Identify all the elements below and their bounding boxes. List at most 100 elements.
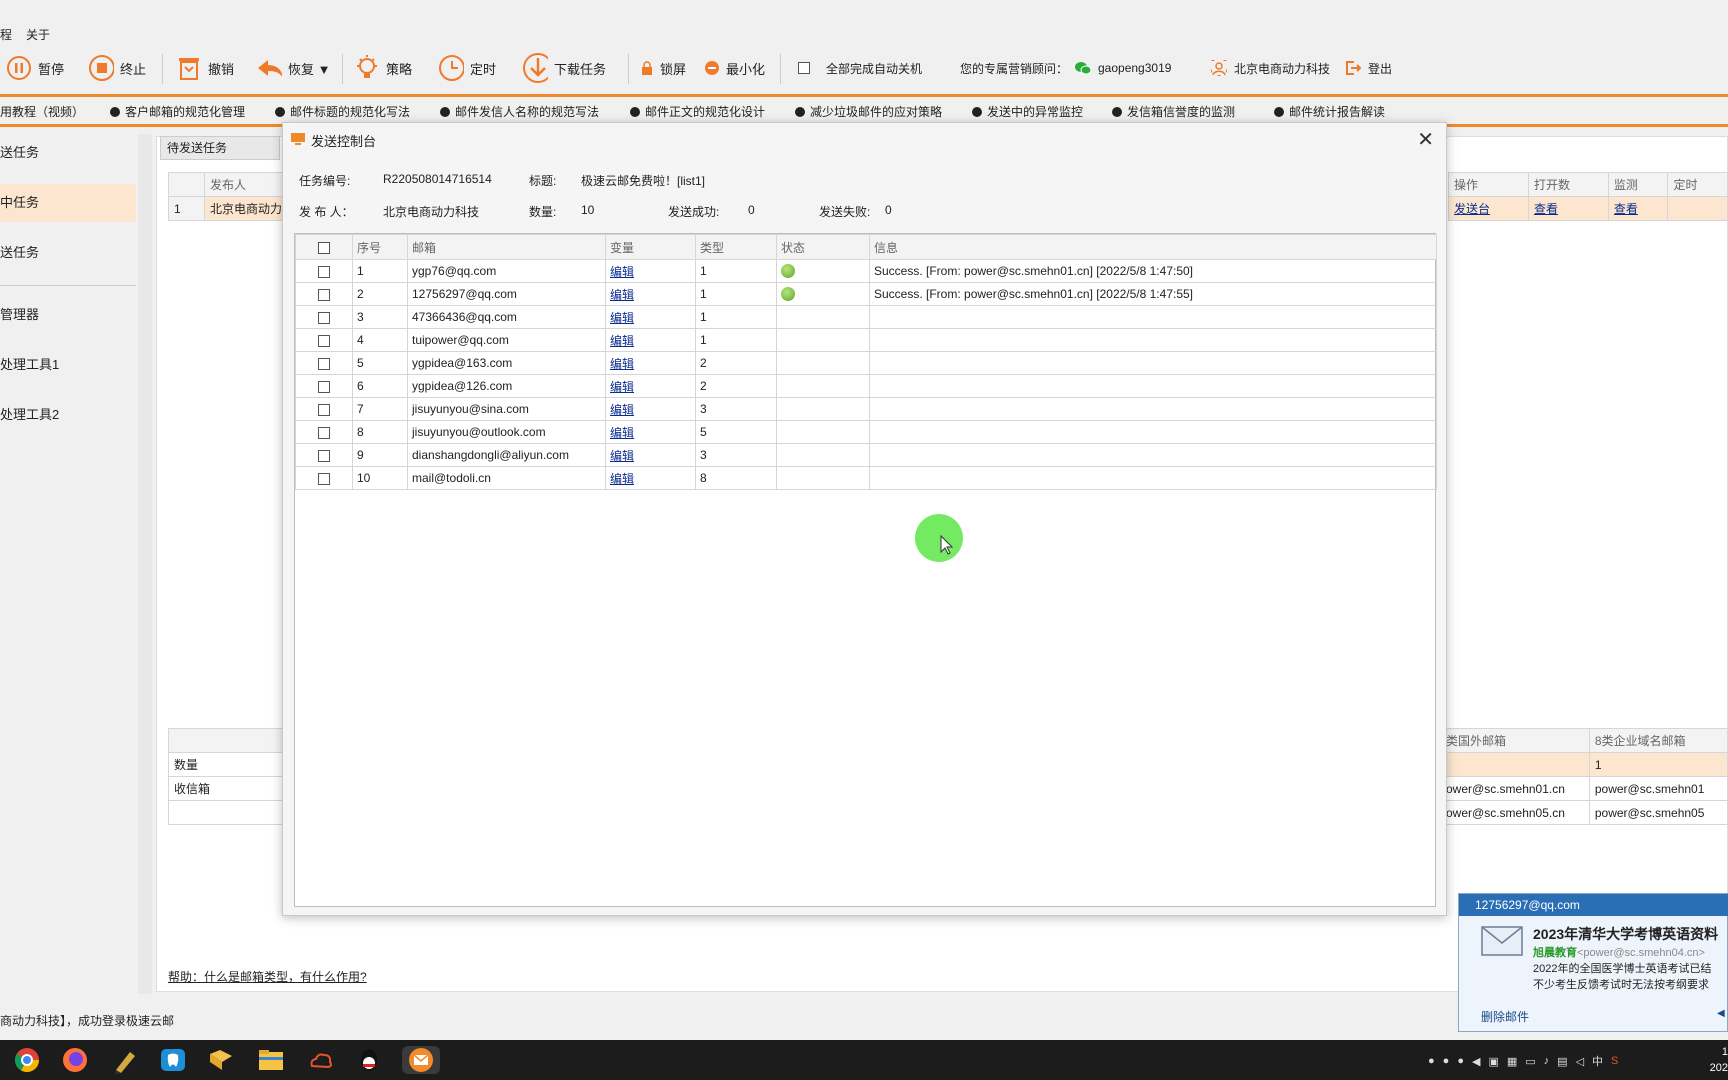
chrome-icon[interactable] bbox=[12, 1046, 42, 1074]
row-checkbox[interactable] bbox=[318, 449, 330, 462]
table-row[interactable]: 10 mail@todoli.cn 编辑 8 bbox=[295, 466, 1437, 490]
tutorial-link[interactable]: 邮件标题的规范化写法 bbox=[275, 103, 410, 120]
row-checkbox[interactable] bbox=[318, 426, 330, 439]
sidebar-item-tool2[interactable]: 处理工具2 bbox=[0, 396, 136, 434]
edit-variable-link[interactable]: 编辑 bbox=[610, 403, 634, 417]
edit-variable-link[interactable]: 编辑 bbox=[610, 288, 634, 302]
table-row[interactable]: 6 ygpidea@126.com 编辑 2 bbox=[295, 374, 1437, 398]
row-checkbox[interactable] bbox=[318, 357, 330, 370]
advisor-wechat[interactable]: gaopeng3019 bbox=[1074, 54, 1171, 82]
microphone-icon[interactable]: ♪ bbox=[1544, 1055, 1550, 1067]
tray-icon[interactable]: ▦ bbox=[1507, 1055, 1517, 1068]
sidebar-item-manager[interactable]: 管理器 bbox=[0, 296, 136, 334]
tutorial-link[interactable]: 减少垃圾邮件的应对策略 bbox=[795, 103, 942, 120]
delete-mail-button[interactable]: 删除邮件 bbox=[1481, 1008, 1529, 1025]
tray-icon[interactable]: ▭ bbox=[1525, 1055, 1535, 1068]
view-opens-link[interactable]: 查看 bbox=[1527, 196, 1609, 221]
network-icon[interactable]: ▤ bbox=[1557, 1055, 1567, 1068]
edit-variable-link[interactable]: 编辑 bbox=[610, 311, 634, 325]
mail-notification[interactable]: 12756297@qq.com 2023年清华大学考博英语资料 旭晨教育<pow… bbox=[1458, 893, 1728, 1032]
edit-variable-link[interactable]: 编辑 bbox=[610, 472, 634, 486]
row-checkbox[interactable] bbox=[318, 472, 330, 485]
file-explorer-icon[interactable] bbox=[256, 1046, 286, 1074]
sidebar-scrollbar[interactable] bbox=[138, 134, 152, 994]
table-row[interactable]: 7 jisuyunyou@sina.com 编辑 3 bbox=[295, 397, 1437, 421]
menu-item-tutorial[interactable]: 程 bbox=[0, 26, 12, 43]
clock[interactable]: 1 202 bbox=[1706, 1044, 1728, 1076]
table-row[interactable]: 5 ygpidea@163.com 编辑 2 bbox=[295, 351, 1437, 375]
tutorial-link[interactable]: 客户邮箱的规范化管理 bbox=[110, 103, 245, 120]
tutorial-link[interactable]: 邮件发信人名称的规范写法 bbox=[440, 103, 599, 120]
edit-variable-link[interactable]: 编辑 bbox=[610, 426, 634, 440]
qq-icon[interactable] bbox=[354, 1046, 384, 1074]
table-row[interactable]: 3 47366436@qq.com 编辑 1 bbox=[295, 305, 1437, 329]
row-checkbox[interactable] bbox=[318, 403, 330, 416]
sogou-icon[interactable]: S bbox=[1611, 1055, 1618, 1067]
table-row: 发送台 查看 查看 bbox=[1448, 196, 1728, 221]
tray-icon[interactable]: ● bbox=[1428, 1055, 1435, 1067]
tutorial-link[interactable]: 发信箱信誉度的监测 bbox=[1112, 103, 1235, 120]
tutorial-link[interactable]: 邮件统计报告解读 bbox=[1274, 103, 1385, 120]
table-row[interactable]: 4 tuipower@qq.com 编辑 1 bbox=[295, 328, 1437, 352]
stop-button[interactable]: 终止 bbox=[88, 54, 146, 82]
auto-shutdown-checkbox[interactable] bbox=[798, 62, 810, 74]
tab-pending-tasks[interactable]: 待发送任务 bbox=[160, 136, 280, 160]
auto-shutdown-toggle[interactable]: 全部完成自动关机 bbox=[798, 54, 922, 82]
table-row[interactable]: 9 dianshangdongli@aliyun.com 编辑 3 bbox=[295, 443, 1437, 467]
restore-button[interactable]: 恢复 ▼ bbox=[256, 54, 330, 82]
firefox-icon[interactable] bbox=[60, 1046, 90, 1074]
logout-button[interactable]: 登出 bbox=[1344, 54, 1392, 82]
folder-task-icon[interactable] bbox=[206, 1046, 236, 1074]
pen-tool-icon[interactable] bbox=[110, 1046, 140, 1074]
row-checkbox[interactable] bbox=[318, 380, 330, 393]
close-icon[interactable]: ✕ bbox=[1417, 127, 1434, 152]
volume-icon[interactable]: ◁ bbox=[1576, 1055, 1584, 1068]
select-all-checkbox[interactable] bbox=[318, 241, 330, 254]
row-checkbox[interactable] bbox=[318, 311, 330, 324]
company-button[interactable]: 北京电商动力科技 bbox=[1210, 54, 1330, 82]
sidebar-item-tool1[interactable]: 处理工具1 bbox=[0, 346, 136, 384]
strategy-button[interactable]: 策略 bbox=[354, 54, 412, 82]
tray-icon[interactable]: ● bbox=[1457, 1055, 1464, 1067]
cloud-app-icon[interactable] bbox=[306, 1046, 336, 1074]
row-checkbox[interactable] bbox=[318, 265, 330, 278]
menu-item-about[interactable]: 关于 bbox=[26, 26, 50, 43]
mail-app-icon[interactable] bbox=[402, 1046, 440, 1074]
sidebar-item-sending[interactable]: 中任务 bbox=[0, 184, 136, 222]
edit-variable-link[interactable]: 编辑 bbox=[610, 334, 634, 348]
ime-icon[interactable]: 中 bbox=[1592, 1053, 1603, 1069]
table-row[interactable]: 2 12756297@qq.com 编辑 1 Success. [From: power… bbox=[295, 282, 1437, 306]
table-row[interactable]: 1 北京电商动力 bbox=[168, 196, 289, 221]
pause-button[interactable]: 暂停 bbox=[6, 54, 64, 82]
tray-icon[interactable]: ▣ bbox=[1488, 1055, 1498, 1068]
help-link[interactable]: 帮助：什么是邮箱类型，有什么作用? bbox=[168, 968, 367, 985]
edit-variable-link[interactable]: 编辑 bbox=[610, 357, 634, 371]
tutorial-link[interactable]: 用教程（视频） bbox=[0, 103, 84, 120]
table-row[interactable]: 1 ygp76@qq.com 编辑 1 Success. [From: power@sc… bbox=[295, 259, 1437, 283]
tutorial-link[interactable]: 邮件正文的规范化设计 bbox=[630, 103, 765, 120]
tooth-app-icon[interactable] bbox=[158, 1046, 188, 1074]
view-monitor-link[interactable]: 查看 bbox=[1607, 196, 1669, 221]
recipient-list: 序号 邮箱 变量 类型 状态 信息 1 ygp76@qq.com 编辑 1 Succes… bbox=[294, 233, 1437, 907]
undo-button[interactable]: 撤销 bbox=[176, 54, 234, 82]
tutorial-link[interactable]: 发送中的异常监控 bbox=[972, 103, 1083, 120]
edit-variable-link[interactable]: 编辑 bbox=[610, 265, 634, 279]
clock-icon bbox=[438, 55, 464, 81]
row-type: 5 bbox=[695, 420, 777, 444]
edit-variable-link[interactable]: 编辑 bbox=[610, 380, 634, 394]
download-task-button[interactable]: 下载任务 bbox=[522, 53, 606, 83]
row-checkbox[interactable] bbox=[318, 334, 330, 347]
timer-button[interactable]: 定时 bbox=[438, 54, 496, 82]
tray-icon[interactable]: ● bbox=[1443, 1055, 1450, 1067]
row-info bbox=[869, 466, 1437, 490]
console-link[interactable]: 发送台 bbox=[1448, 196, 1529, 221]
lock-screen-button[interactable]: 锁屏 bbox=[640, 54, 686, 82]
sidebar-item-pending[interactable]: 送任务 bbox=[0, 134, 136, 172]
row-checkbox[interactable] bbox=[318, 288, 330, 301]
arrow-left-icon[interactable]: ◀ bbox=[1717, 1008, 1725, 1019]
minimize-button[interactable]: 最小化 bbox=[704, 54, 765, 82]
tray-icon[interactable]: ◀ bbox=[1472, 1055, 1480, 1068]
edit-variable-link[interactable]: 编辑 bbox=[610, 449, 634, 463]
table-row[interactable]: 8 jisuyunyou@outlook.com 编辑 5 bbox=[295, 420, 1437, 444]
sidebar-item-sent[interactable]: 送任务 bbox=[0, 234, 136, 272]
